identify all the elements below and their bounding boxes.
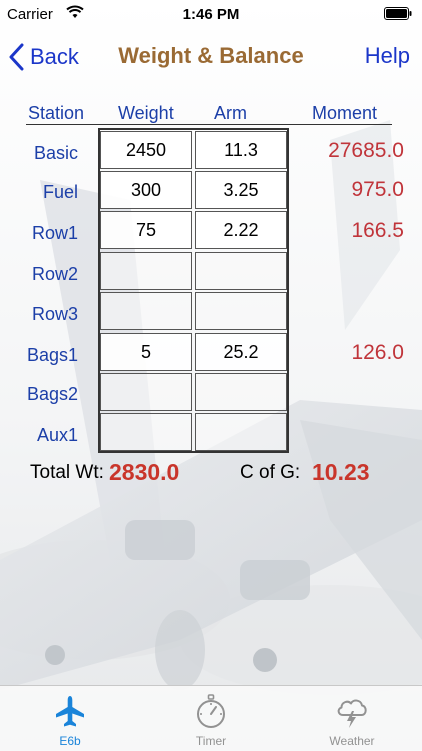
tab-weather[interactable]: Weather (282, 686, 422, 751)
clock: 1:46 PM (182, 6, 240, 23)
moment-basic: 27685.0 (328, 139, 404, 162)
airplane-icon (56, 696, 84, 727)
arm-input-fuel[interactable]: 3.25 (195, 171, 287, 209)
page-title: Weight & Balance (118, 43, 304, 68)
cofg-value: 10.23 (312, 459, 370, 485)
total-weight-value: 2830.0 (109, 459, 180, 485)
tab-bar: E6b Timer Weather (0, 685, 422, 751)
station-label-row1: Row1 (31, 223, 78, 243)
station-label-bags2: Bags2 (26, 384, 78, 404)
status-bar: Carrier 1:46 PM (0, 0, 422, 30)
station-label-basic: Basic (33, 143, 78, 163)
tab-weather-label: Weather (329, 734, 375, 748)
station-label-row2: Row2 (31, 264, 78, 284)
station-label-aux1: Aux1 (36, 425, 78, 445)
arm-input-basic[interactable]: 11.3 (195, 131, 287, 169)
arm-input-bags1[interactable]: 25.2 (195, 333, 287, 371)
arm-input-row3[interactable] (195, 292, 287, 330)
weight-input-fuel[interactable]: 300 (100, 171, 192, 209)
navigation-bar: Back Weight & Balance Help (0, 30, 422, 90)
arm-input-aux1[interactable] (195, 413, 287, 451)
weight-input-row3[interactable] (100, 292, 192, 330)
total-weight-label: Total Wt: (30, 462, 104, 483)
tab-timer[interactable]: Timer (141, 686, 281, 751)
station-label-row3: Row3 (31, 304, 78, 324)
header-station: Station (28, 103, 85, 123)
weight-input-basic[interactable]: 2450 (100, 131, 192, 169)
weight-input-bags1[interactable]: 5 (100, 333, 192, 371)
tab-timer-label: Timer (195, 734, 227, 748)
storm-cloud-icon (337, 699, 367, 728)
station-label-bags1: Bags1 (26, 345, 78, 365)
cofg-label: C of G: (240, 462, 301, 483)
header-weight: Weight (118, 103, 174, 123)
weight-input-bags2[interactable] (100, 373, 192, 411)
station-label-fuel: Fuel (42, 182, 78, 202)
battery-icon (384, 7, 412, 20)
header-moment: Moment (312, 103, 378, 123)
moment-bags1: 126.0 (351, 341, 404, 364)
tab-e6b[interactable]: E6b (0, 686, 140, 751)
arm-input-row1[interactable]: 2.22 (195, 211, 287, 249)
arm-input-bags2[interactable] (195, 373, 287, 411)
help-button[interactable]: Help (365, 43, 410, 69)
tab-e6b-label: E6b (59, 734, 81, 748)
header-divider (26, 124, 392, 125)
moment-row1: 166.5 (351, 219, 404, 242)
stopwatch-icon (197, 694, 225, 728)
header-arm: Arm (214, 103, 247, 123)
arm-input-row2[interactable] (195, 252, 287, 290)
weight-input-aux1[interactable] (100, 413, 192, 451)
moment-fuel: 975.0 (351, 178, 404, 201)
weight-input-row2[interactable] (100, 252, 192, 290)
weight-input-row1[interactable]: 75 (100, 211, 192, 249)
